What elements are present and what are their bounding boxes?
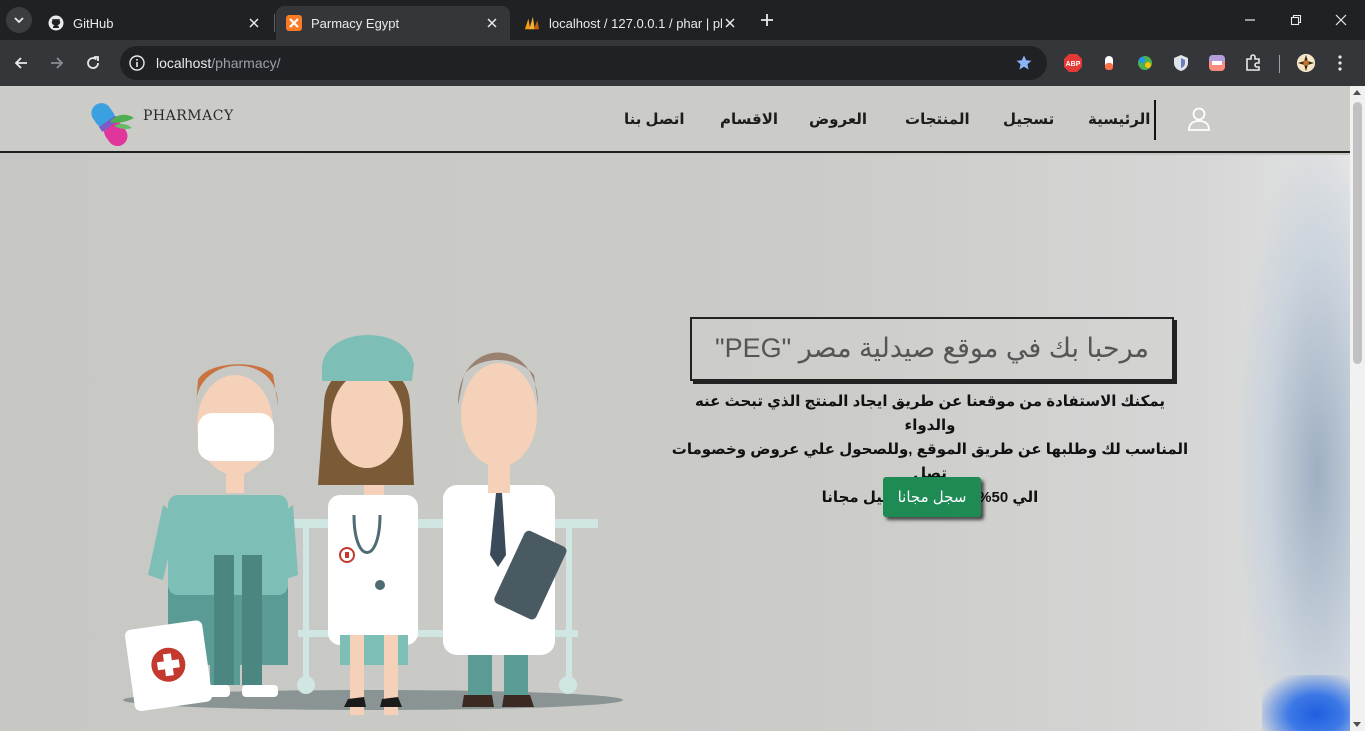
- scroll-up-arrow[interactable]: [1353, 90, 1361, 95]
- reload-icon: [87, 56, 99, 69]
- url-path: /pharmacy/: [211, 55, 281, 71]
- close-icon[interactable]: [722, 15, 738, 31]
- tab-title: localhost / 127.0.0.1 / phar | ph: [549, 15, 722, 31]
- tab-title: GitHub: [73, 15, 114, 31]
- site-navbar: PHARMACY اتصل بنا الاقسام العروض المنتجا…: [0, 86, 1350, 153]
- arrow-left-icon: [14, 57, 27, 69]
- minimize-icon: [1245, 19, 1255, 21]
- tab-pharmacy[interactable]: Parmacy Egypt: [276, 6, 510, 40]
- url-host: localhost: [156, 55, 212, 71]
- hero-text-line: يمكنك الاستفادة من موقعنا عن طريق ايجاد …: [694, 393, 1166, 434]
- xampp-icon: [286, 15, 302, 31]
- extension-icon[interactable]: [1135, 53, 1155, 73]
- back-button[interactable]: [9, 51, 33, 75]
- restore-icon: [1290, 14, 1302, 26]
- reload-button[interactable]: [81, 51, 105, 75]
- nav-home[interactable]: الرئيسية: [1088, 110, 1150, 128]
- url-text[interactable]: localhost/pharmacy/: [156, 55, 281, 71]
- new-tab-button[interactable]: [757, 10, 777, 30]
- scrollbar-thumb[interactable]: [1353, 102, 1362, 364]
- adblock-icon[interactable]: ABP: [1063, 53, 1083, 73]
- logo-text: PHARMACY: [143, 108, 234, 124]
- tab-strip: GitHub Parmacy Egypt localhost / 127.0.0…: [0, 0, 1365, 40]
- tab-title: Parmacy Egypt: [311, 15, 400, 31]
- headline-box: مرحبا بك في موقع صيدلية مصر "PEG": [690, 317, 1174, 381]
- shield-icon[interactable]: [1171, 53, 1191, 73]
- tab-phpmyadmin[interactable]: localhost / 127.0.0.1 / phar | ph: [514, 6, 748, 40]
- hero-headline: مرحبا بك في موقع صيدلية مصر "PEG": [715, 333, 1149, 363]
- scroll-down-arrow[interactable]: [1353, 722, 1361, 727]
- tab-separator: [274, 14, 275, 32]
- browser-toolbar: localhost/pharmacy/ ABP: [0, 40, 1365, 86]
- close-window-button[interactable]: [1329, 8, 1353, 32]
- page-scrollbar[interactable]: [1350, 86, 1365, 731]
- extension-icon[interactable]: [1099, 53, 1119, 73]
- background-blur: [1262, 675, 1352, 731]
- toolbar-divider: [1279, 55, 1280, 73]
- svg-text:ABP: ABP: [1066, 61, 1081, 68]
- address-bar[interactable]: localhost/pharmacy/: [120, 46, 1047, 80]
- register-free-button[interactable]: سجل مجانا: [883, 477, 981, 517]
- forward-button[interactable]: [45, 51, 69, 75]
- phpmyadmin-icon: [524, 15, 540, 31]
- tab-github[interactable]: GitHub: [38, 6, 272, 40]
- menu-button[interactable]: [1330, 53, 1350, 73]
- nav-offers[interactable]: العروض: [809, 110, 867, 128]
- nav-categories[interactable]: الاقسام: [720, 110, 778, 128]
- kebab-menu-icon: [1338, 55, 1342, 71]
- nav-divider: [1154, 100, 1156, 140]
- arrow-right-icon: [51, 57, 64, 69]
- background-blur: [1240, 155, 1350, 731]
- nav-register[interactable]: تسجيل: [1003, 110, 1054, 128]
- restore-button[interactable]: [1284, 8, 1308, 32]
- tab-search-button[interactable]: [6, 7, 32, 33]
- nav-products[interactable]: المنتجات: [905, 110, 970, 128]
- puzzle-icon[interactable]: [1243, 53, 1263, 73]
- close-icon[interactable]: [246, 15, 262, 31]
- github-icon: [48, 15, 64, 31]
- profile-avatar[interactable]: [1296, 53, 1316, 73]
- user-icon[interactable]: [1186, 106, 1212, 132]
- chevron-down-icon: [14, 17, 24, 24]
- plus-icon: [761, 14, 773, 26]
- close-icon: [1335, 14, 1347, 26]
- info-icon[interactable]: [128, 54, 146, 72]
- medical-staff-illustration: [123, 335, 623, 715]
- page-viewport: PHARMACY اتصل بنا الاقسام العروض المنتجا…: [0, 86, 1365, 731]
- hero-section: مرحبا بك في موقع صيدلية مصر "PEG" يمكنك …: [0, 155, 1352, 731]
- extension-icon[interactable]: [1207, 53, 1227, 73]
- minimize-button[interactable]: [1238, 8, 1262, 32]
- close-icon[interactable]: [484, 15, 500, 31]
- nav-contact[interactable]: اتصل بنا: [624, 110, 685, 128]
- bookmark-star-icon[interactable]: [1015, 54, 1033, 72]
